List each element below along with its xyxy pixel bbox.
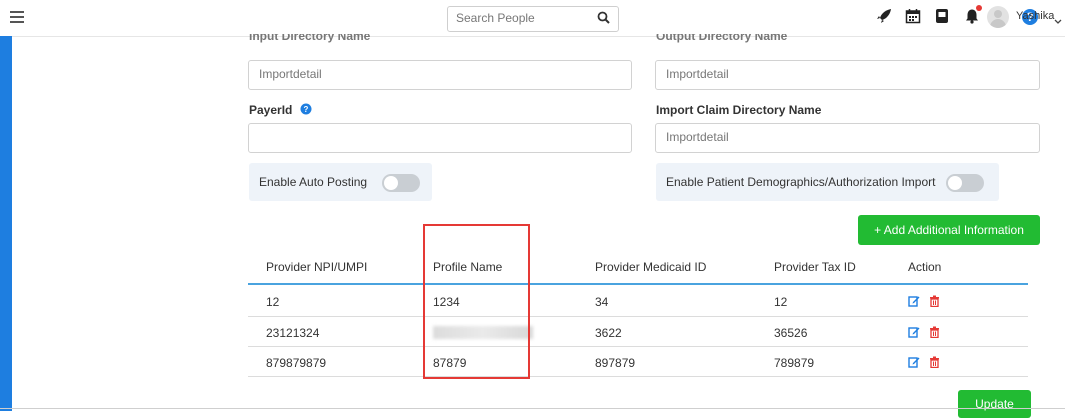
delete-icon[interactable] bbox=[929, 355, 940, 373]
notification-dot bbox=[976, 5, 982, 11]
page-bottom-border bbox=[0, 408, 1065, 409]
import-claim-directory-label: Import Claim Directory Name bbox=[656, 103, 822, 117]
cell-npi: 879879879 bbox=[266, 356, 327, 370]
payer-id-field bbox=[248, 123, 632, 153]
highlight-box bbox=[423, 224, 530, 379]
rocket-icon[interactable] bbox=[876, 8, 894, 26]
table-row: 879879879 87879 897879 789879 bbox=[248, 348, 1028, 376]
calendar-icon[interactable] bbox=[905, 8, 923, 26]
table-row: 12 1234 34 12 bbox=[248, 287, 1028, 315]
cell-medicaid-id: 34 bbox=[595, 295, 609, 309]
payer-id-label-text: PayerId bbox=[249, 103, 293, 117]
payer-id-input[interactable] bbox=[249, 124, 603, 150]
col-header-medicaid-id: Provider Medicaid ID bbox=[595, 260, 707, 274]
bell-icon[interactable] bbox=[964, 5, 982, 26]
input-directory-field bbox=[248, 60, 632, 90]
row-divider bbox=[248, 376, 1028, 377]
edit-icon[interactable] bbox=[908, 294, 920, 312]
svg-text:?: ? bbox=[303, 105, 308, 114]
row-actions bbox=[908, 325, 945, 343]
cell-tax-id: 12 bbox=[774, 295, 788, 309]
avatar[interactable] bbox=[987, 6, 1009, 28]
import-claim-directory-field bbox=[655, 123, 1040, 153]
col-header-npi: Provider NPI/UMPI bbox=[266, 260, 368, 274]
delete-icon[interactable] bbox=[929, 325, 940, 343]
auto-posting-label: Enable Auto Posting bbox=[259, 175, 368, 189]
import-claim-directory-input[interactable] bbox=[656, 124, 1011, 150]
patient-demographics-label: Enable Patient Demographics/Authorizatio… bbox=[666, 175, 936, 189]
menu-icon[interactable] bbox=[10, 11, 24, 23]
patient-demographics-toggle-box: Enable Patient Demographics/Authorizatio… bbox=[656, 163, 999, 201]
search-box bbox=[447, 6, 619, 32]
cell-tax-id: 36526 bbox=[774, 326, 808, 340]
row-actions bbox=[908, 294, 945, 312]
auto-posting-toggle-box: Enable Auto Posting bbox=[249, 163, 432, 201]
row-divider bbox=[248, 346, 1028, 347]
top-bar: ? Yashika bbox=[0, 0, 1065, 37]
row-divider bbox=[248, 316, 1028, 317]
output-directory-input[interactable] bbox=[656, 61, 1011, 87]
cell-medicaid-id: 3622 bbox=[595, 326, 622, 340]
col-header-action: Action bbox=[908, 260, 942, 274]
user-name[interactable]: Yashika bbox=[1016, 10, 1054, 22]
add-additional-information-button[interactable]: + Add Additional Information bbox=[858, 215, 1040, 245]
cell-tax-id: 789879 bbox=[774, 356, 815, 370]
edit-icon[interactable] bbox=[908, 325, 920, 343]
book-icon[interactable] bbox=[934, 8, 952, 26]
search-input[interactable] bbox=[448, 7, 586, 29]
update-button[interactable]: Update bbox=[958, 390, 1031, 418]
help-icon[interactable]: ? bbox=[300, 103, 312, 118]
search-icon[interactable] bbox=[597, 11, 610, 29]
patient-demographics-switch[interactable] bbox=[946, 174, 984, 192]
chevron-down-icon[interactable] bbox=[1054, 12, 1062, 30]
payer-id-label: PayerId ? bbox=[249, 103, 312, 118]
cell-npi: 23121324 bbox=[266, 326, 320, 340]
input-directory-label: Input Directory Name bbox=[249, 34, 371, 43]
edit-icon[interactable] bbox=[908, 355, 920, 373]
auto-posting-switch[interactable] bbox=[382, 174, 420, 192]
cell-medicaid-id: 897879 bbox=[595, 356, 636, 370]
row-actions bbox=[908, 355, 945, 373]
input-directory-input[interactable] bbox=[249, 61, 603, 87]
output-directory-field bbox=[655, 60, 1040, 90]
table-row: 23121324 3622 36526 bbox=[248, 318, 1028, 346]
col-header-tax-id: Provider Tax ID bbox=[774, 260, 856, 274]
sidebar-strip bbox=[0, 36, 12, 411]
delete-icon[interactable] bbox=[929, 294, 940, 312]
output-directory-label: Output Directory Name bbox=[656, 34, 788, 43]
table-header-divider bbox=[248, 283, 1028, 285]
cell-npi: 12 bbox=[266, 295, 280, 309]
